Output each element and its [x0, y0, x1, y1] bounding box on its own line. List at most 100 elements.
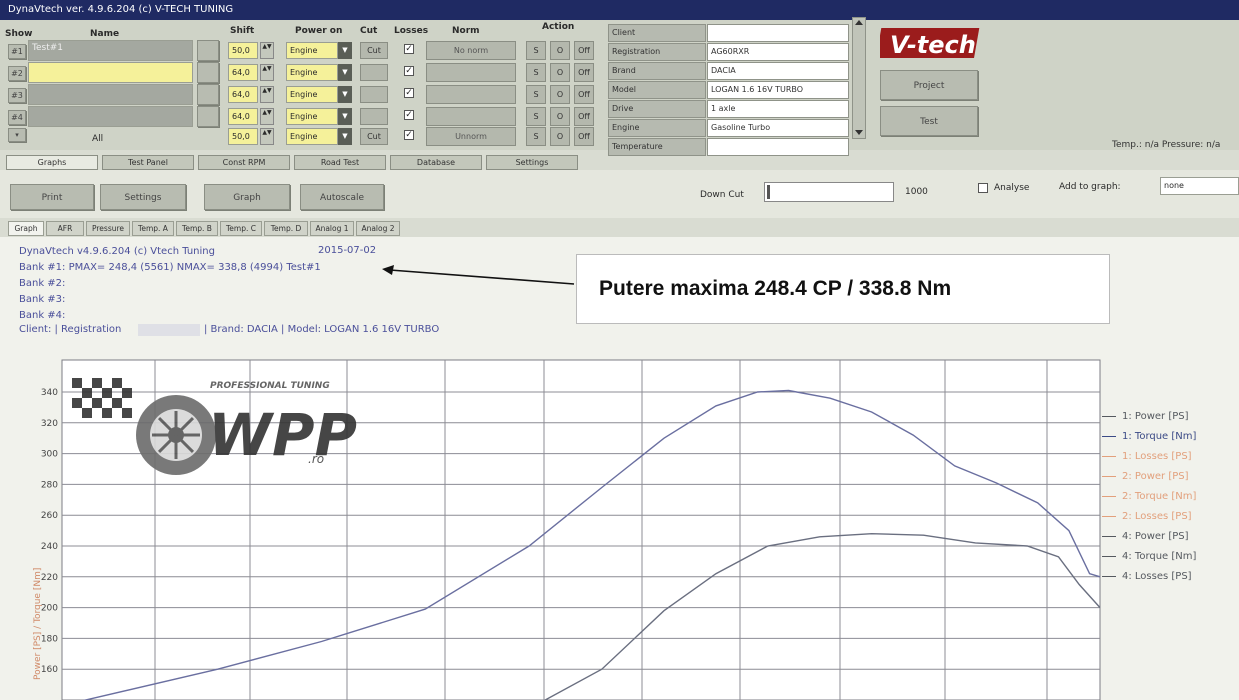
- norm-button[interactable]: Unnorm: [426, 127, 516, 146]
- run-name-field[interactable]: Test#1: [28, 40, 193, 61]
- cut-button[interactable]: Cut: [360, 128, 388, 145]
- settings-button[interactable]: Settings: [100, 184, 186, 210]
- client-field-value[interactable]: 1 axle: [707, 100, 849, 118]
- run-color-button[interactable]: [197, 106, 219, 127]
- subtab-temp-d[interactable]: Temp. D: [264, 221, 308, 236]
- norm-button[interactable]: No norm: [426, 41, 516, 60]
- legend-item[interactable]: 1: Losses [PS]: [1102, 447, 1196, 467]
- chevron-down-icon[interactable]: ▼: [338, 86, 352, 103]
- action-button-o[interactable]: O: [550, 127, 570, 146]
- legend-item[interactable]: 2: Power [PS]: [1102, 467, 1196, 487]
- action-button-o[interactable]: O: [550, 41, 570, 60]
- cut-button[interactable]: [360, 108, 388, 125]
- shift-input[interactable]: 50,0: [228, 42, 258, 59]
- action-button-off[interactable]: Off: [574, 127, 594, 146]
- losses-checkbox[interactable]: ✓: [404, 66, 414, 76]
- action-button-s[interactable]: S: [526, 127, 546, 146]
- power-on-select[interactable]: Engine: [286, 128, 338, 145]
- legend-item[interactable]: 4: Power [PS]: [1102, 527, 1196, 547]
- client-field-value[interactable]: LOGAN 1.6 16V TURBO: [707, 81, 849, 99]
- shift-input[interactable]: 64,0: [228, 64, 258, 81]
- client-field-value[interactable]: DACIA: [707, 62, 849, 80]
- power-on-select[interactable]: Engine: [286, 86, 338, 103]
- add-to-graph-select[interactable]: none: [1160, 177, 1239, 195]
- subtab-temp-b[interactable]: Temp. B: [176, 221, 218, 236]
- client-field-value[interactable]: [707, 24, 849, 42]
- subtab-analog-1[interactable]: Analog 1: [310, 221, 354, 236]
- action-button-off[interactable]: Off: [574, 63, 594, 82]
- run-color-button[interactable]: [197, 84, 219, 105]
- shift-spinner-icon[interactable]: ▲▼: [260, 64, 274, 81]
- power-on-select[interactable]: Engine: [286, 42, 338, 59]
- tab-const-rpm[interactable]: Const RPM: [198, 155, 290, 170]
- tab-road-test[interactable]: Road Test: [294, 155, 386, 170]
- subtab-analog-2[interactable]: Analog 2: [356, 221, 400, 236]
- down-cut-slider[interactable]: [764, 182, 894, 202]
- client-scrollbar[interactable]: [852, 17, 866, 139]
- legend-item[interactable]: 4: Torque [Nm]: [1102, 547, 1196, 567]
- power-on-select[interactable]: Engine: [286, 108, 338, 125]
- cut-button[interactable]: [360, 86, 388, 103]
- print-button[interactable]: Print: [10, 184, 94, 210]
- legend-item[interactable]: 2: Losses [PS]: [1102, 507, 1196, 527]
- chevron-down-icon[interactable]: ▼: [338, 42, 352, 59]
- shift-input[interactable]: 64,0: [228, 86, 258, 103]
- client-field-value[interactable]: Gasoline Turbo: [707, 119, 849, 137]
- show-toggle-button[interactable]: #4: [8, 110, 26, 125]
- action-button-s[interactable]: S: [526, 85, 546, 104]
- losses-checkbox[interactable]: ✓: [404, 44, 414, 54]
- shift-spinner-icon[interactable]: ▲▼: [260, 128, 274, 145]
- shift-spinner-icon[interactable]: ▲▼: [260, 42, 274, 59]
- legend-item[interactable]: 1: Power [PS]: [1102, 407, 1196, 427]
- analyse-checkbox[interactable]: [978, 183, 988, 193]
- shift-input[interactable]: 64,0: [228, 108, 258, 125]
- client-field-value[interactable]: [707, 138, 849, 156]
- chevron-down-icon[interactable]: ▼: [338, 128, 352, 145]
- show-all-button[interactable]: ▾: [8, 128, 26, 142]
- action-button-off[interactable]: Off: [574, 41, 594, 60]
- legend-item[interactable]: 2: Torque [Nm]: [1102, 487, 1196, 507]
- shift-input[interactable]: 50,0: [228, 128, 258, 145]
- subtab-graph[interactable]: Graph: [8, 221, 44, 236]
- legend-item[interactable]: 1: Torque [Nm]: [1102, 427, 1196, 447]
- subtab-temp-a[interactable]: Temp. A: [132, 221, 174, 236]
- legend-item[interactable]: 4: Losses [PS]: [1102, 567, 1196, 587]
- action-button-off[interactable]: Off: [574, 85, 594, 104]
- action-button-o[interactable]: O: [550, 63, 570, 82]
- tab-test-panel[interactable]: Test Panel: [102, 155, 194, 170]
- shift-spinner-icon[interactable]: ▲▼: [260, 108, 274, 125]
- cut-button[interactable]: Cut: [360, 42, 388, 59]
- subtab-pressure[interactable]: Pressure: [86, 221, 130, 236]
- graph-button[interactable]: Graph: [204, 184, 290, 210]
- tab-database[interactable]: Database: [390, 155, 482, 170]
- run-color-button[interactable]: [197, 40, 219, 61]
- action-button-o[interactable]: O: [550, 107, 570, 126]
- power-on-select[interactable]: Engine: [286, 64, 338, 81]
- tab-graphs[interactable]: Graphs: [6, 155, 98, 170]
- chevron-down-icon[interactable]: ▼: [338, 64, 352, 81]
- action-button-s[interactable]: S: [526, 63, 546, 82]
- subtab-afr[interactable]: AFR: [46, 221, 84, 236]
- project-button[interactable]: Project: [880, 70, 978, 100]
- tab-settings[interactable]: Settings: [486, 155, 578, 170]
- action-button-o[interactable]: O: [550, 85, 570, 104]
- show-toggle-button[interactable]: #1: [8, 44, 26, 59]
- show-toggle-button[interactable]: #3: [8, 88, 26, 103]
- run-name-field[interactable]: [28, 84, 193, 105]
- shift-spinner-icon[interactable]: ▲▼: [260, 86, 274, 103]
- action-button-off[interactable]: Off: [574, 107, 594, 126]
- action-button-s[interactable]: S: [526, 41, 546, 60]
- chevron-down-icon[interactable]: ▼: [338, 108, 352, 125]
- norm-button[interactable]: [426, 63, 516, 82]
- losses-checkbox[interactable]: ✓: [404, 110, 414, 120]
- slider-thumb[interactable]: [767, 185, 770, 199]
- losses-checkbox[interactable]: ✓: [404, 130, 414, 140]
- run-color-button[interactable]: [197, 62, 219, 83]
- action-button-s[interactable]: S: [526, 107, 546, 126]
- run-name-field[interactable]: [28, 62, 193, 83]
- client-field-value[interactable]: AG60RXR: [707, 43, 849, 61]
- subtab-temp-c[interactable]: Temp. C: [220, 221, 262, 236]
- losses-checkbox[interactable]: ✓: [404, 88, 414, 98]
- run-name-field[interactable]: [28, 106, 193, 127]
- autoscale-button[interactable]: Autoscale: [300, 184, 384, 210]
